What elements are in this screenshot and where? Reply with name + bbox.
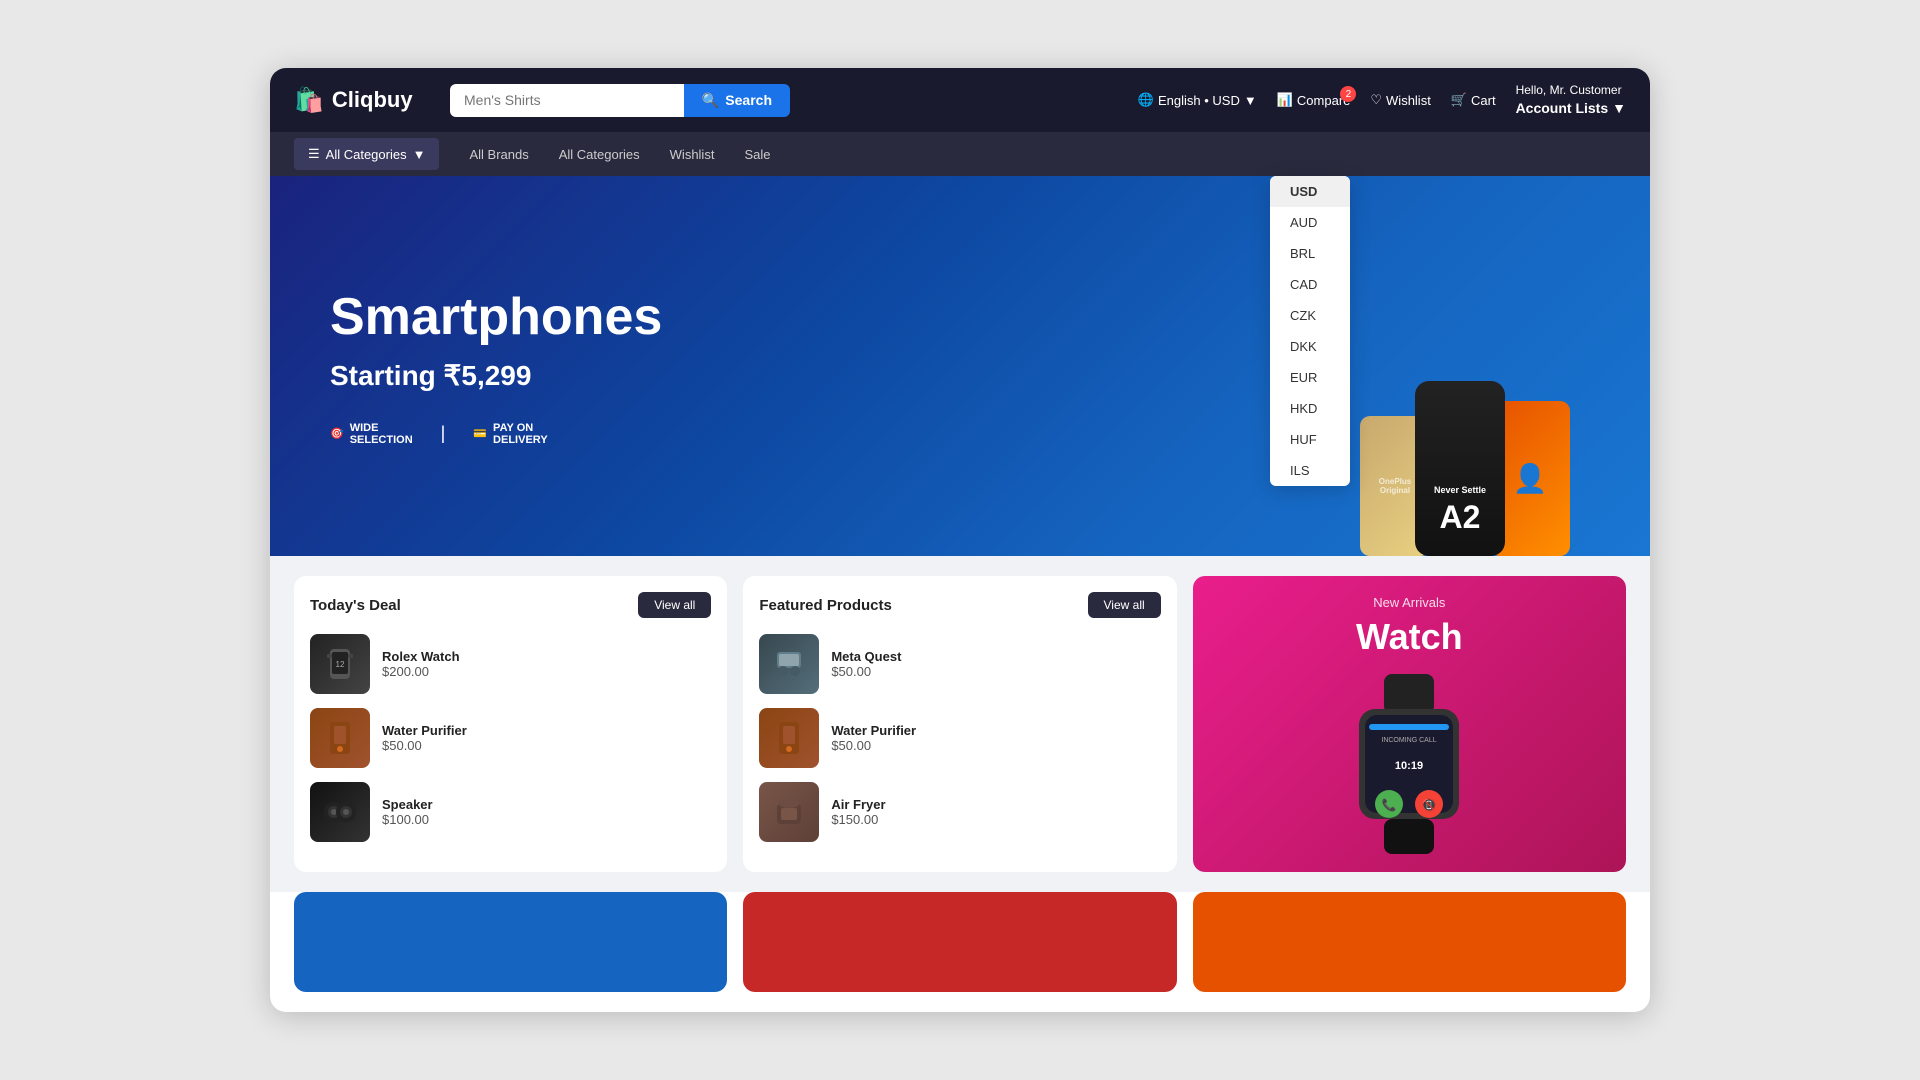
product-info: Speaker $100.00 [382, 797, 433, 827]
cart-button[interactable]: 🛒 Cart [1451, 92, 1496, 108]
never-settle-text: Never Settle [1434, 485, 1486, 495]
logo-text: Cliqbuy [332, 87, 413, 113]
hero-feature-selection: 🎯 WIDE SELECTION [330, 422, 413, 446]
svg-text:📞: 📞 [1382, 797, 1397, 812]
todays-deal-view-all[interactable]: View all [638, 592, 711, 618]
hero-features: 🎯 WIDE SELECTION | 💳 PAY ON DELIVERY [330, 422, 662, 446]
currency-option-usd[interactable]: USD [1270, 176, 1350, 207]
product-image [759, 708, 819, 768]
chevron-down-icon: ▼ [413, 147, 426, 162]
payment-icon: 💳 [473, 427, 487, 440]
list-item[interactable]: Speaker $100.00 [310, 782, 711, 842]
user-greeting: Hello, Mr. Customer [1516, 83, 1626, 99]
new-arrivals-title: Watch [1356, 616, 1463, 658]
cart-icon: 🛒 [1451, 92, 1467, 108]
hero-feature-payment: 💳 PAY ON DELIVERY [473, 422, 547, 446]
currency-option-eur[interactable]: EUR [1270, 362, 1350, 393]
watch-image: 10:19 📞 📵 INCOMING CALL [1329, 674, 1489, 854]
currency-option-hkd[interactable]: HKD [1270, 393, 1350, 424]
menu-icon: ☰ [308, 146, 320, 162]
list-item[interactable]: Meta Quest $50.00 [759, 634, 1160, 694]
logo-icon: 🛍️ [294, 86, 324, 115]
list-item[interactable]: Water Purifier $50.00 [759, 708, 1160, 768]
globe-icon: 🌐 [1138, 92, 1154, 108]
featured-header: Featured Products View all [759, 592, 1160, 618]
hero-content: Smartphones Starting ₹5,299 🎯 WIDE SELEC… [330, 287, 662, 446]
chevron-down-icon: ▼ [1612, 99, 1626, 117]
bottom-card-blue[interactable] [294, 892, 727, 992]
language-selector[interactable]: 🌐 English • USD ▼ [1138, 92, 1257, 108]
nav-sale[interactable]: Sale [744, 147, 770, 162]
currency-option-brl[interactable]: BRL [1270, 238, 1350, 269]
new-arrivals-label: New Arrivals [1373, 595, 1445, 610]
nav-all-categories[interactable]: All Categories [559, 147, 640, 162]
list-item[interactable]: 12 Rolex Watch $200.00 [310, 634, 711, 694]
nav-all-brands[interactable]: All Brands [469, 147, 528, 162]
compare-button[interactable]: 📊 Compare 2 [1277, 92, 1351, 108]
product-info: Meta Quest $50.00 [831, 649, 901, 679]
phone-black: Never Settle A2 [1415, 381, 1505, 556]
product-info: Water Purifier $50.00 [831, 723, 916, 753]
a2-label: A2 [1440, 499, 1481, 536]
featured-products-card: Featured Products View all Meta Quest $5… [743, 576, 1176, 872]
featured-title: Featured Products [759, 597, 892, 614]
currency-option-cad[interactable]: CAD [1270, 269, 1350, 300]
todays-deal-card: Today's Deal View all 12 Rolex Watch $20… [294, 576, 727, 872]
hero-separator: | [441, 423, 446, 444]
todays-deal-title: Today's Deal [310, 597, 401, 614]
compare-badge: 2 [1340, 86, 1356, 102]
svg-text:12: 12 [336, 660, 345, 669]
svg-text:10:19: 10:19 [1395, 760, 1423, 772]
header-actions: 🌐 English • USD ▼ 📊 Compare 2 ♡ Wishlist… [1138, 83, 1626, 117]
svg-text:📵: 📵 [1422, 798, 1437, 812]
new-arrivals-card[interactable]: New Arrivals Watch 10:19 📞 [1193, 576, 1626, 872]
currency-option-dkk[interactable]: DKK [1270, 331, 1350, 362]
compare-icon: 📊 [1277, 92, 1293, 108]
svg-text:INCOMING CALL: INCOMING CALL [1382, 737, 1437, 744]
product-image [759, 782, 819, 842]
product-image: 12 [310, 634, 370, 694]
todays-deal-header: Today's Deal View all [310, 592, 711, 618]
product-info: Rolex Watch $200.00 [382, 649, 460, 679]
list-item[interactable]: Air Fryer $150.00 [759, 782, 1160, 842]
nav-wishlist[interactable]: Wishlist [670, 147, 715, 162]
currency-option-czk[interactable]: CZK [1270, 300, 1350, 331]
product-info: Air Fryer $150.00 [831, 797, 885, 827]
search-icon: 🔍 [702, 92, 719, 109]
logo[interactable]: 🛍️ Cliqbuy [294, 86, 434, 115]
hero-banner: Smartphones Starting ₹5,299 🎯 WIDE SELEC… [270, 176, 1650, 556]
products-section: Today's Deal View all 12 Rolex Watch $20… [270, 556, 1650, 892]
selection-icon: 🎯 [330, 427, 344, 440]
currency-dropdown-menu: USD AUD BRL CAD CZK DKK EUR HKD HUF ILS [1270, 176, 1350, 486]
bottom-cards [270, 892, 1650, 1012]
hero-subtitle: Starting ₹5,299 [330, 359, 662, 392]
search-input[interactable] [450, 84, 684, 117]
product-image [759, 634, 819, 694]
navigation: ☰ All Categories ▼ All Brands All Catego… [270, 132, 1650, 176]
hero-title: Smartphones [330, 287, 662, 347]
bottom-card-orange[interactable] [1193, 892, 1626, 992]
currency-option-huf[interactable]: HUF [1270, 424, 1350, 455]
currency-option-ils[interactable]: ILS [1270, 455, 1350, 486]
heart-icon: ♡ [1370, 92, 1382, 108]
bottom-card-red[interactable] [743, 892, 1176, 992]
user-account: Account Lists ▼ [1516, 99, 1626, 117]
chevron-down-icon: ▼ [1244, 93, 1257, 108]
product-info: Water Purifier $50.00 [382, 723, 467, 753]
wishlist-button[interactable]: ♡ Wishlist [1370, 92, 1430, 108]
user-menu[interactable]: Hello, Mr. Customer Account Lists ▼ [1516, 83, 1626, 117]
currency-option-aud[interactable]: AUD [1270, 207, 1350, 238]
product-image [310, 782, 370, 842]
search-button[interactable]: 🔍 Search [684, 84, 790, 117]
product-image [310, 708, 370, 768]
hero-phones: OnePlusOriginal Never Settle A2 👤 [1360, 381, 1570, 556]
featured-view-all[interactable]: View all [1088, 592, 1161, 618]
list-item[interactable]: Water Purifier $50.00 [310, 708, 711, 768]
search-bar: 🔍 Search [450, 84, 790, 117]
all-categories-button[interactable]: ☰ All Categories ▼ [294, 138, 439, 170]
